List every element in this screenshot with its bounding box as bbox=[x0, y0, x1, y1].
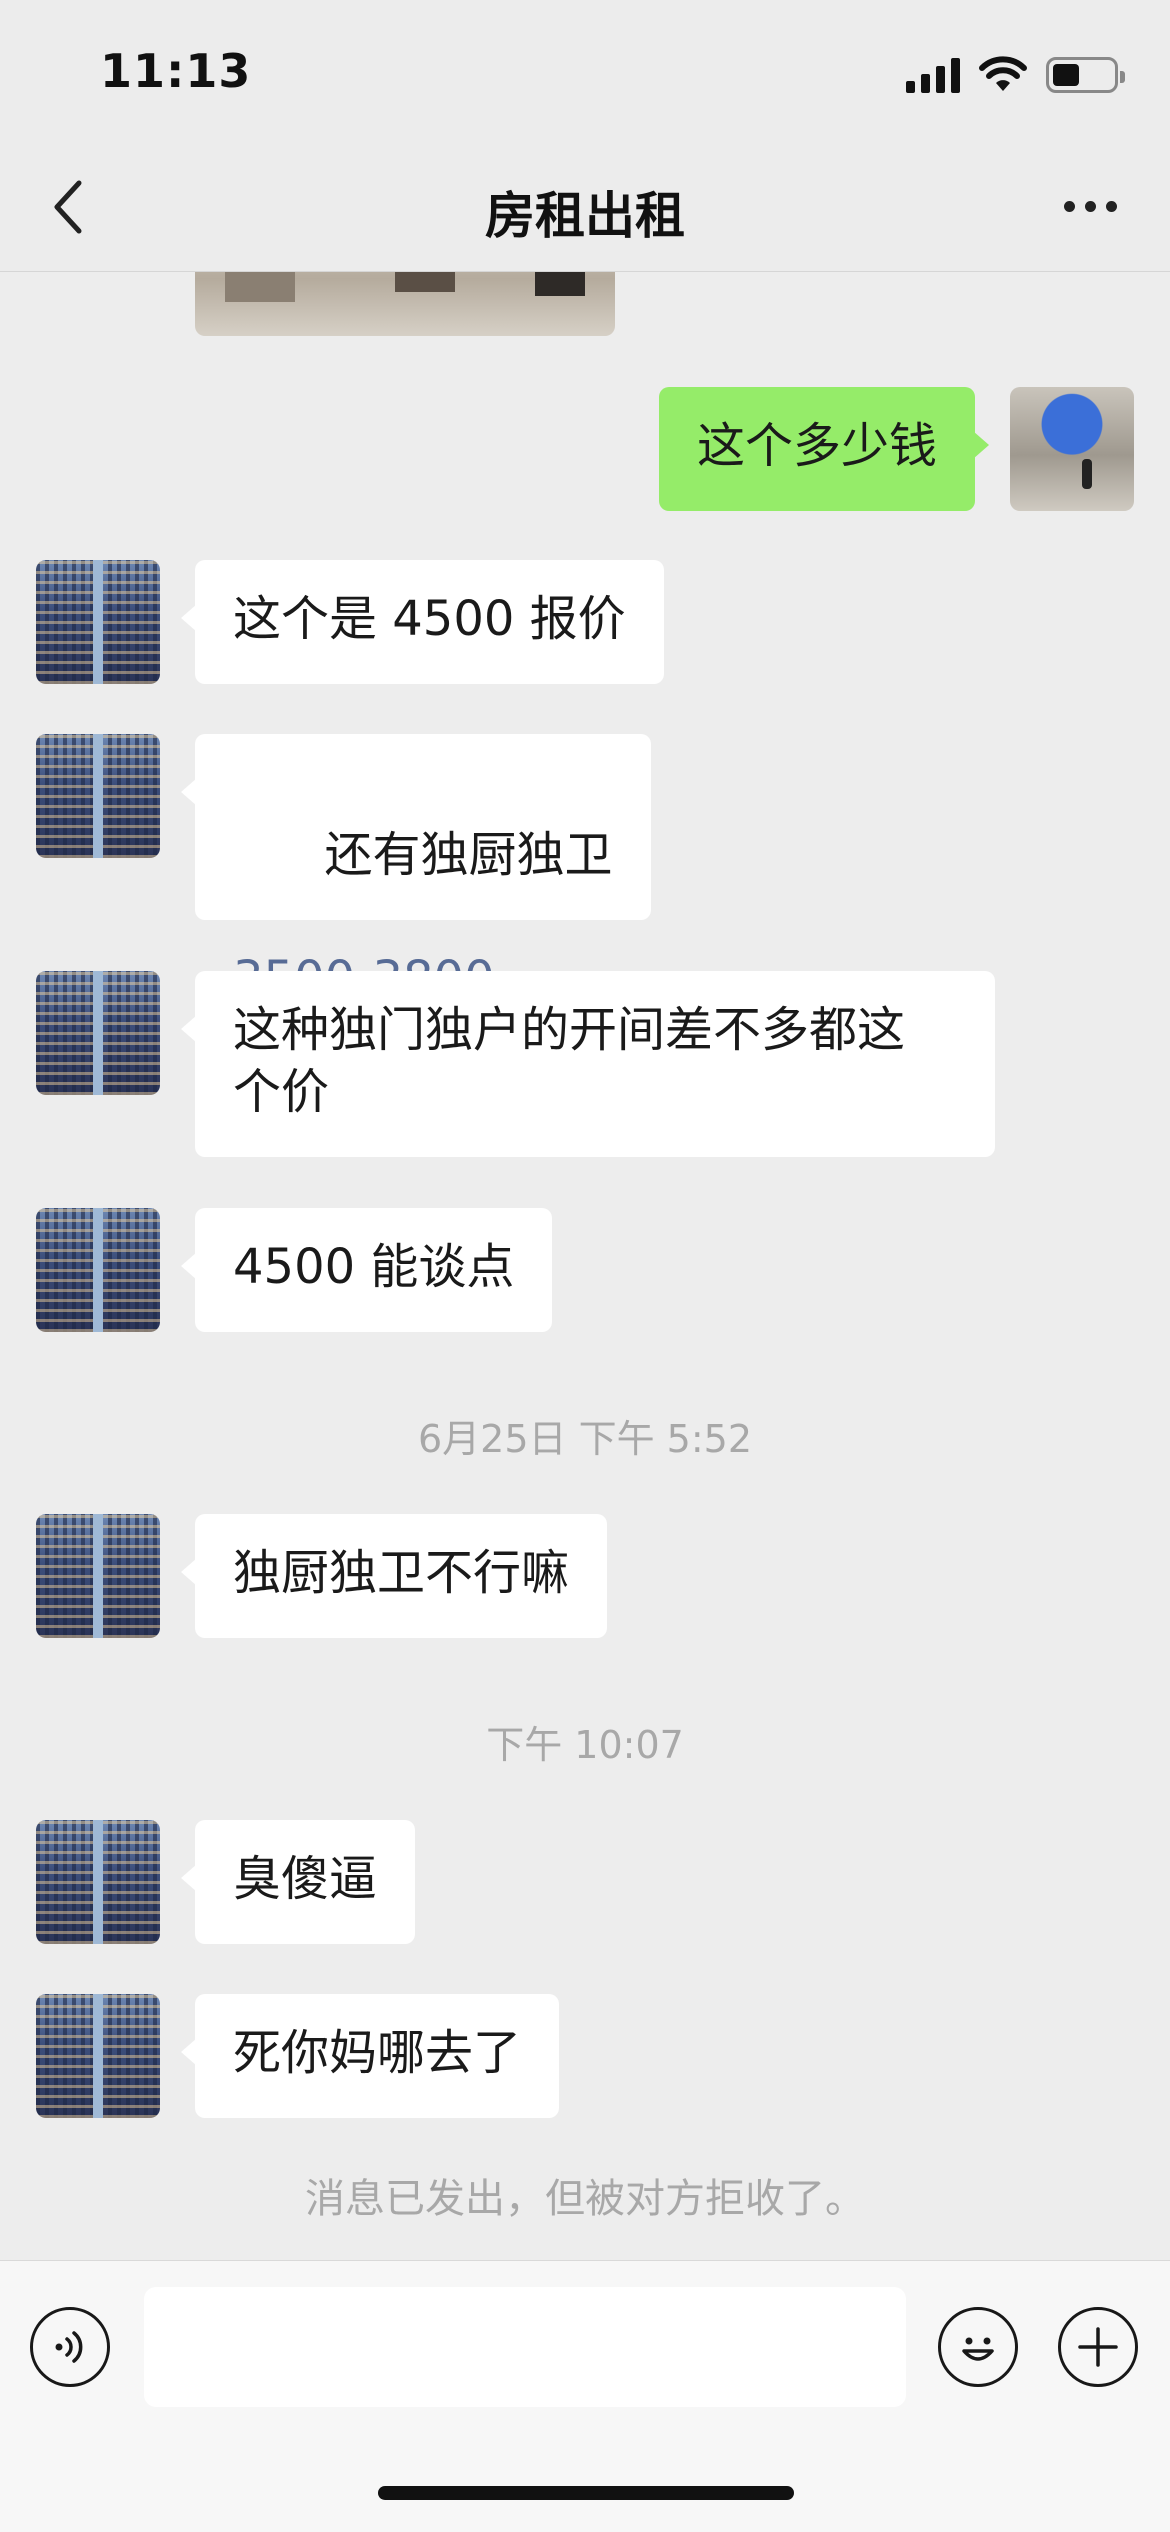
message-bubble[interactable]: 这个多少钱 bbox=[658, 387, 990, 511]
chat-title: 房租出租 bbox=[485, 187, 685, 245]
status-time: 11:13 bbox=[100, 44, 252, 98]
avatar[interactable] bbox=[36, 1820, 160, 1944]
message-text: 还有独厨独卫 bbox=[324, 827, 613, 883]
avatar[interactable] bbox=[36, 1994, 160, 2118]
cellular-signal-icon bbox=[906, 57, 960, 93]
message-row: 独厨独卫不行嘛 bbox=[0, 1514, 1170, 1638]
avatar[interactable] bbox=[36, 1208, 160, 1332]
plus-icon bbox=[1078, 2327, 1118, 2367]
message-bubble[interactable]: 臭傻逼 bbox=[180, 1820, 416, 1944]
message-row: 这个多少钱 bbox=[0, 387, 1170, 511]
message-bubble[interactable]: 这种独门独户的开间差不多都这 个价 bbox=[181, 971, 995, 1157]
message-bubble[interactable]: 这个是 4500 报价 bbox=[181, 560, 664, 684]
message-row: 这个是 4500 报价 bbox=[0, 560, 1170, 684]
message-row: 死你妈哪去了 bbox=[0, 1994, 1170, 2118]
voice-button[interactable] bbox=[30, 2307, 110, 2387]
battery-icon bbox=[1046, 57, 1125, 93]
status-icons bbox=[906, 52, 1125, 98]
message-row: 这种独门独户的开间差不多都这 个价 bbox=[0, 971, 1170, 1157]
message-bubble[interactable]: 死你妈哪去了 bbox=[180, 1994, 560, 2118]
message-row: 还有独厨独卫 3500-3800 bbox=[0, 734, 1170, 1007]
time-divider: 6月25日 下午 5:52 bbox=[417, 1417, 753, 1461]
chat-area[interactable]: 这个多少钱 这个是 4500 报价 还有独厨独卫 3500-3800 这种独门独… bbox=[0, 272, 1170, 2260]
message-row: 臭傻逼 bbox=[0, 1820, 1170, 1944]
emoji-button[interactable] bbox=[938, 2307, 1018, 2387]
message-bubble[interactable]: 4500 能谈点 bbox=[180, 1208, 553, 1332]
avatar[interactable] bbox=[36, 734, 160, 858]
message-bubble[interactable]: 还有独厨独卫 3500-3800 bbox=[181, 734, 651, 1007]
message-input[interactable] bbox=[144, 2287, 906, 2407]
wifi-icon bbox=[979, 56, 1027, 91]
image-message[interactable] bbox=[195, 272, 615, 336]
avatar[interactable] bbox=[1010, 387, 1134, 511]
home-indicator[interactable] bbox=[378, 2486, 794, 2500]
more-functions-button[interactable] bbox=[1058, 2307, 1138, 2387]
voice-icon bbox=[55, 2331, 83, 2363]
time-divider: 下午 10:07 bbox=[486, 1723, 684, 1767]
emoji-icon bbox=[962, 2337, 994, 2361]
avatar[interactable] bbox=[36, 971, 160, 1095]
message-bubble[interactable]: 独厨独卫不行嘛 bbox=[180, 1514, 608, 1638]
more-button[interactable] bbox=[1050, 186, 1130, 226]
avatar[interactable] bbox=[36, 1514, 160, 1638]
top-bar: 11:13 房租出租 bbox=[0, 0, 1170, 272]
rejected-notice: 消息已发出，但被对方拒收了。 bbox=[305, 2176, 865, 2222]
avatar[interactable] bbox=[36, 560, 160, 684]
message-row: 4500 能谈点 bbox=[0, 1208, 1170, 1332]
more-dots-icon bbox=[1063, 200, 1075, 212]
